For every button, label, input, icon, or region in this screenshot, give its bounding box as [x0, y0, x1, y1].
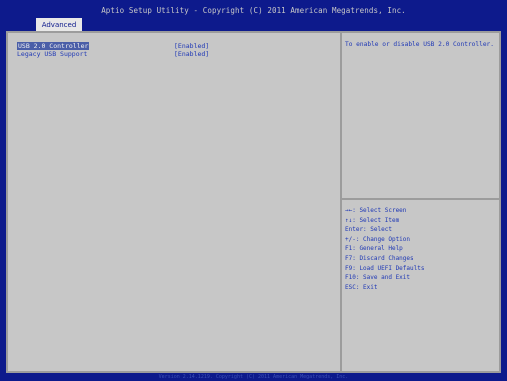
version-footer: Version 2.14.1219. Copyright (C) 2011 Am…: [0, 373, 507, 381]
keys-pane: →←: Select Screen ↑↓: Select Item Enter:…: [342, 200, 499, 371]
key-exit: ESC: Exit: [345, 283, 378, 291]
tab-advanced[interactable]: Advanced: [36, 18, 82, 31]
title-bar: Aptio Setup Utility - Copyright (C) 2011…: [0, 0, 507, 31]
key-legend: →←: Select Screen ↑↓: Select Item Enter:…: [345, 206, 424, 292]
setting-label: USB 2.0 Controller: [17, 42, 90, 50]
settings-pane: USB 2.0 Controller [Enabled] Legacy USB …: [8, 33, 340, 371]
key-discard-changes: F7: Discard Changes: [345, 254, 414, 262]
key-enter-select: Enter: Select: [345, 226, 392, 234]
setting-label: Legacy USB Support: [17, 50, 88, 58]
help-text: To enable or disable USB 2.0 Controller.: [345, 41, 495, 48]
key-select-screen: →←: Select Screen: [345, 207, 407, 214]
setting-row-usb-controller[interactable]: USB 2.0 Controller [Enabled]: [17, 42, 337, 50]
window-title: Aptio Setup Utility - Copyright (C) 2011…: [101, 6, 406, 15]
setting-value[interactable]: [Enabled]: [174, 42, 209, 50]
key-select-item: ↑↓: Select Item: [345, 216, 400, 224]
key-change-option: +/-: Change Option: [345, 235, 411, 243]
setting-value[interactable]: [Enabled]: [174, 50, 209, 58]
key-load-defaults: F9: Load UEFI Defaults: [345, 264, 425, 272]
key-general-help: F1: General Help: [345, 245, 403, 253]
help-pane: To enable or disable USB 2.0 Controller.: [342, 33, 499, 198]
setting-row-legacy-usb[interactable]: Legacy USB Support [Enabled]: [17, 50, 337, 58]
key-save-exit: F10: Save and Exit: [345, 274, 411, 282]
